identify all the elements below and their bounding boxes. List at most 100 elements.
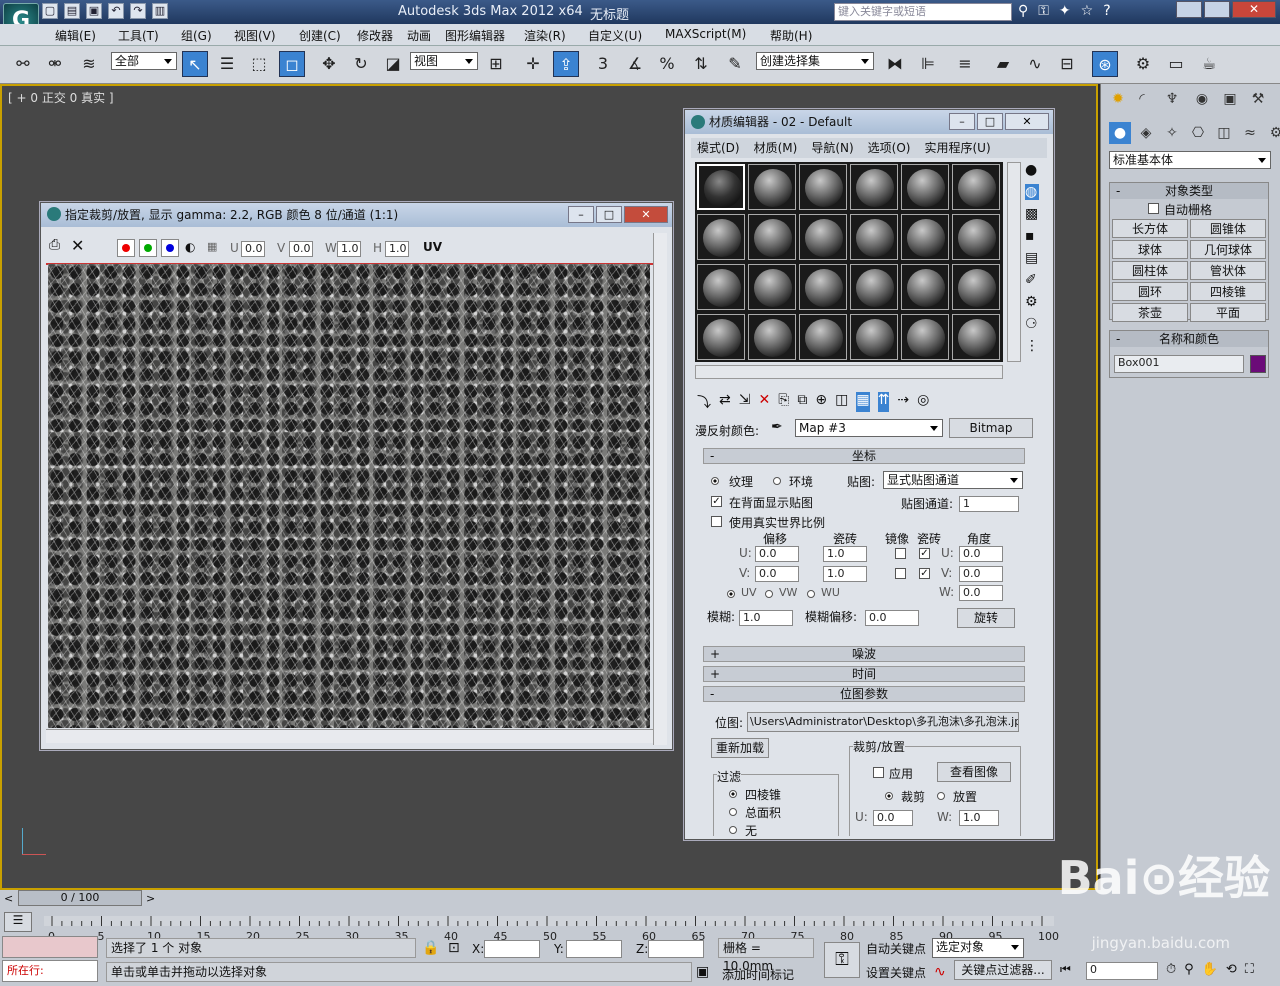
mat-menu-options[interactable]: 选项(O)	[868, 138, 911, 158]
spinner-snap-icon[interactable]: ⇅	[688, 51, 714, 77]
crop-w-field[interactable]: 1.0	[337, 241, 361, 257]
mirror-u-checkbox[interactable]	[895, 548, 906, 559]
mirror-icon[interactable]: ⧓	[882, 51, 908, 77]
systems-icon[interactable]: ⚙	[1265, 122, 1280, 144]
backlight-icon[interactable]: ◍	[1025, 184, 1039, 200]
rotate-button[interactable]: 旋转	[957, 608, 1015, 628]
tiling-v-field[interactable]: 1.0	[823, 566, 867, 582]
open-file-icon[interactable]: ▤	[64, 3, 80, 19]
environ-radio[interactable]	[773, 477, 781, 485]
material-slot[interactable]	[850, 314, 898, 360]
go-to-parent-icon[interactable]: ⇈	[877, 392, 890, 412]
select-by-material-icon[interactable]: ⚆	[1025, 316, 1039, 332]
slots-horizontal-scrollbar[interactable]	[695, 365, 1003, 379]
time-rollout-header[interactable]: 时间	[703, 666, 1025, 682]
track-bar-icon[interactable]: ☰	[4, 912, 32, 932]
modify-tab-icon[interactable]: ◜	[1131, 88, 1153, 110]
rendered-frame-icon[interactable]: ▭	[1163, 51, 1189, 77]
auto-key-button[interactable]: 自动关键点	[866, 940, 926, 957]
menu-animation[interactable]: 动画	[407, 27, 431, 44]
crop-close-button[interactable]: ✕	[624, 206, 668, 223]
torus-button[interactable]: 圆环	[1112, 282, 1188, 301]
crop-v-field[interactable]: 0.0	[289, 241, 313, 257]
angle-w-field[interactable]: 0.0	[959, 585, 1003, 601]
options-icon[interactable]: ⚙	[1025, 294, 1039, 310]
zoom-icon[interactable]: ⚲	[1184, 962, 1194, 977]
restore-button[interactable]	[1204, 1, 1230, 18]
material-slot[interactable]	[697, 264, 745, 310]
object-type-header[interactable]: 对象类型	[1110, 183, 1268, 199]
place-radio[interactable]	[937, 792, 945, 800]
snaps-toggle-icon[interactable]: 3	[590, 51, 616, 77]
schematic-view-icon[interactable]: ⊟	[1054, 51, 1080, 77]
bitmap-params-rollout-header[interactable]: 位图参数	[703, 686, 1025, 702]
material-slot[interactable]	[748, 314, 796, 360]
window-crossing-icon[interactable]: ◻	[279, 51, 305, 77]
cameras-icon[interactable]: ⎔	[1187, 122, 1209, 144]
graphite-tools-icon[interactable]: ▰	[990, 51, 1016, 77]
tile-u-checkbox[interactable]: ✓	[919, 548, 930, 559]
save-image-icon[interactable]: ⎙	[49, 237, 60, 253]
render-setup-icon[interactable]: ⚙	[1130, 51, 1156, 77]
orbit-icon[interactable]: ⟲	[1226, 962, 1237, 977]
key-selection-dropdown[interactable]: 选定对象	[932, 938, 1024, 958]
crop-u-field[interactable]: 0.0	[241, 241, 265, 257]
video-color-check-icon[interactable]: ▤	[1025, 250, 1039, 266]
tiling-u-field[interactable]: 1.0	[823, 546, 867, 562]
texture-radio[interactable]	[711, 477, 719, 485]
material-slot[interactable]	[799, 214, 847, 260]
close-button[interactable]: ✕	[1232, 1, 1276, 18]
auto-grid-checkbox[interactable]	[1148, 203, 1159, 214]
slots-vertical-scrollbar[interactable]	[1007, 162, 1021, 362]
material-map-navigator-icon[interactable]: ⋮	[1025, 338, 1039, 354]
add-time-tag-label[interactable]: 添加时间标记	[722, 966, 794, 983]
time-slider[interactable]: 0 / 100	[18, 890, 142, 906]
object-category-dropdown[interactable]: 标准基本体	[1109, 151, 1271, 169]
help-icon[interactable]: ?	[1103, 3, 1110, 19]
tools-icon[interactable]: ✦	[1059, 3, 1071, 19]
green-channel-button[interactable]	[139, 239, 157, 257]
box-button[interactable]: 长方体	[1112, 219, 1188, 238]
select-by-name-icon[interactable]: ☰	[214, 51, 240, 77]
menu-graph-editors[interactable]: 图形编辑器	[445, 27, 505, 44]
material-slot[interactable]	[850, 264, 898, 310]
spacewarps-icon[interactable]: ≈	[1239, 122, 1261, 144]
menu-customize[interactable]: 自定义(U)	[588, 27, 642, 44]
geosphere-button[interactable]: 几何球体	[1190, 240, 1266, 259]
minimize-button[interactable]	[1176, 1, 1202, 18]
material-slot[interactable]	[901, 264, 949, 310]
current-frame-field[interactable]: 0	[1086, 962, 1158, 980]
name-color-header[interactable]: 名称和颜色	[1110, 331, 1268, 347]
wu-radio[interactable]	[807, 590, 815, 598]
time-tag-icon[interactable]: ▣	[696, 964, 709, 980]
maxscript-listener[interactable]	[2, 936, 98, 958]
hierarchy-tab-icon[interactable]: ♆	[1161, 88, 1183, 110]
select-manipulate-icon[interactable]: ✛	[520, 51, 546, 77]
tile-v-checkbox[interactable]: ✓	[919, 568, 930, 579]
offset-u-field[interactable]: 0.0	[755, 546, 799, 562]
geometry-icon[interactable]: ●	[1109, 122, 1131, 144]
uv-radio[interactable]	[727, 590, 735, 598]
set-key-button[interactable]: 设置关键点	[866, 964, 926, 981]
plane-button[interactable]: 平面	[1190, 303, 1266, 322]
key-icon[interactable]: ⚿	[1038, 3, 1049, 19]
binoculars-icon[interactable]: ⚲	[1018, 3, 1028, 19]
material-slot[interactable]	[697, 164, 745, 210]
tube-button[interactable]: 管状体	[1190, 261, 1266, 280]
unlink-icon[interactable]: ⚮	[42, 51, 68, 77]
key-filter-icon[interactable]: ∿	[934, 964, 946, 980]
material-slot[interactable]	[901, 314, 949, 360]
vw-radio[interactable]	[765, 590, 773, 598]
summed-area-radio[interactable]	[729, 808, 737, 816]
material-id-channel-icon[interactable]: ◫	[835, 392, 848, 412]
reload-button[interactable]: 重新加载	[711, 738, 769, 758]
time-config-icon[interactable]: ⏱	[1166, 962, 1176, 977]
menu-views[interactable]: 视图(V)	[234, 27, 276, 44]
layer-manager-icon[interactable]: ≡	[952, 51, 978, 77]
get-material-icon[interactable]: ⤵	[697, 392, 711, 412]
object-color-swatch[interactable]	[1250, 355, 1266, 373]
save-icon[interactable]: ▣	[86, 3, 102, 19]
reference-coord-dropdown[interactable]: 视图	[410, 52, 478, 70]
z-coord-field[interactable]	[648, 940, 704, 958]
crop-vertical-scrollbar[interactable]	[653, 233, 667, 745]
